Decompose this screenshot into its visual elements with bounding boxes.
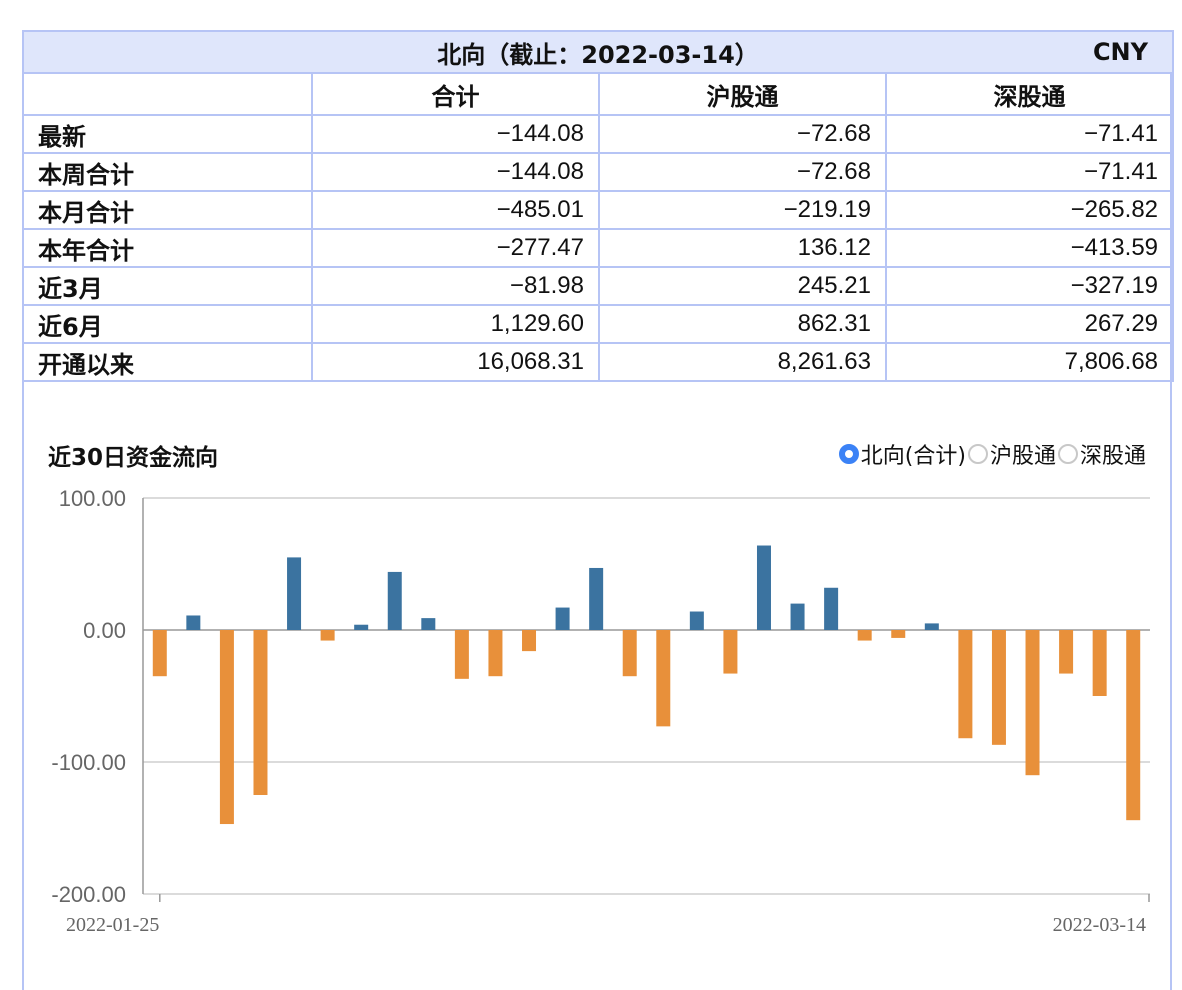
cell-value: −277.47 <box>311 228 600 268</box>
bar <box>387 571 402 630</box>
radio-unselected-icon[interactable] <box>1057 444 1078 464</box>
y-tick-label: -100.00 <box>51 750 126 775</box>
bar <box>454 630 469 679</box>
column-header-total: 合计 <box>311 72 600 116</box>
radio-unselected-icon[interactable] <box>967 444 988 464</box>
bar <box>756 545 771 630</box>
cell-value: −71.41 <box>884 152 1175 192</box>
option-shanghai-connect[interactable]: 沪股通 <box>967 438 1056 470</box>
column-header-row: 合计 沪股通 深股通 <box>22 72 1175 116</box>
cell-value: −144.08 <box>311 152 600 192</box>
cell-value: −144.08 <box>311 114 600 154</box>
bar <box>152 630 167 677</box>
currency-label: CNY <box>1092 38 1149 66</box>
bar <box>723 630 738 674</box>
cell-value: −485.01 <box>311 190 600 230</box>
radio-selected-icon[interactable] <box>838 444 859 464</box>
bar <box>891 630 906 638</box>
table-title: 北向（截止：2022-03-14） <box>437 40 759 69</box>
cell-value: −71.41 <box>884 114 1175 154</box>
bar <box>790 603 805 630</box>
bar <box>991 630 1006 745</box>
column-header-shanghai: 沪股通 <box>598 72 887 116</box>
option-label: 北向(合计) <box>860 444 966 469</box>
y-tick-label: 100.00 <box>59 486 126 511</box>
table-header-row: 北向（截止：2022-03-14） CNY <box>21 30 1175 74</box>
cell-value: −265.82 <box>884 190 1175 230</box>
cell-value: 16,068.31 <box>311 342 600 382</box>
cell-value: −219.19 <box>598 190 887 230</box>
bar <box>1126 630 1141 821</box>
x-tick-label-start: 2022-01-25 <box>66 914 159 936</box>
table-row: 近3月 −81.98 245.21 −327.19 <box>22 266 1175 306</box>
row-label: 最新 <box>22 114 313 154</box>
option-label: 沪股通 <box>989 444 1056 469</box>
row-label: 近6月 <box>22 304 313 344</box>
cell-value: −81.98 <box>311 266 600 306</box>
series-selector: 北向(合计) 沪股通 深股通 <box>837 438 1146 470</box>
corner-cell <box>22 72 313 116</box>
table-row: 开通以来 16,068.31 8,261.63 7,806.68 <box>22 342 1175 382</box>
bar <box>320 630 335 641</box>
table-row: 近6月 1,129.60 862.31 267.29 <box>22 304 1175 344</box>
cell-value: 136.12 <box>598 228 887 268</box>
cell-value: −72.68 <box>598 152 887 192</box>
bar <box>622 630 637 677</box>
cell-value: −413.59 <box>884 228 1175 268</box>
cell-value: 8,261.63 <box>598 342 887 382</box>
bar <box>1025 630 1040 776</box>
table-title-cell: 北向（截止：2022-03-14） CNY <box>21 30 1175 74</box>
cell-value: −327.19 <box>884 266 1175 306</box>
y-tick-label: 0.00 <box>83 618 126 643</box>
bar <box>824 587 839 630</box>
row-label: 本月合计 <box>22 190 313 230</box>
bar <box>219 630 234 825</box>
bar <box>421 618 436 630</box>
option-label: 深股通 <box>1079 444 1146 469</box>
table-row: 本月合计 −485.01 −219.19 −265.82 <box>22 190 1175 230</box>
cell-value: 862.31 <box>598 304 887 344</box>
bar <box>488 630 503 677</box>
cell-value: 267.29 <box>884 304 1175 344</box>
x-tick-label-end: 2022-03-14 <box>1053 914 1146 936</box>
option-shenzhen-connect[interactable]: 深股通 <box>1057 438 1146 470</box>
table-row: 最新 −144.08 −72.68 −71.41 <box>22 114 1175 154</box>
cell-value: 1,129.60 <box>311 304 600 344</box>
flow-bar-chart: 100.00 0.00 -100.00 -200.00 2022-01-25 2022-0… <box>51 486 1150 936</box>
bar <box>958 630 973 739</box>
bar <box>857 630 872 641</box>
bar <box>1092 630 1107 696</box>
cell-value: 7,806.68 <box>884 342 1175 382</box>
table-row: 本年合计 −277.47 136.12 −413.59 <box>22 228 1175 268</box>
table-row: 本周合计 −144.08 −72.68 −71.41 <box>22 152 1175 192</box>
chart-title: 近30日资金流向 <box>48 445 219 471</box>
cell-value: 245.21 <box>598 266 887 306</box>
bar <box>287 557 302 630</box>
bar <box>186 615 201 630</box>
bar <box>253 630 268 795</box>
bar <box>522 630 537 652</box>
row-label: 本年合计 <box>22 228 313 268</box>
bar <box>689 611 704 630</box>
y-tick-label: -200.00 <box>51 882 126 907</box>
bar <box>555 607 570 630</box>
column-header-shenzhen: 深股通 <box>884 72 1175 116</box>
bar <box>924 623 939 630</box>
row-label: 本周合计 <box>22 152 313 192</box>
option-northbound-total[interactable]: 北向(合计) <box>838 438 966 470</box>
row-label: 近3月 <box>22 266 313 306</box>
northbound-table: 北向（截止：2022-03-14） CNY 合计 沪股通 深股通 最新 −144… <box>21 30 1175 382</box>
cell-value: −72.68 <box>598 114 887 154</box>
bar <box>589 567 604 630</box>
bar <box>656 630 671 727</box>
row-label: 开通以来 <box>22 342 313 382</box>
bar <box>1059 630 1074 674</box>
bar <box>354 624 369 630</box>
